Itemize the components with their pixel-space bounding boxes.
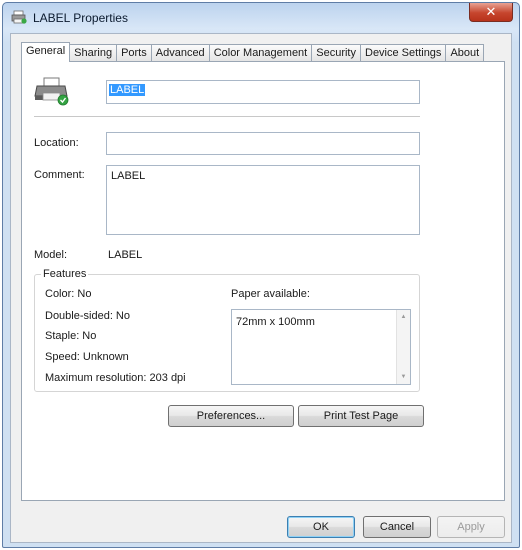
window-title: LABEL Properties xyxy=(33,11,128,25)
tab-general[interactable]: General xyxy=(21,42,71,62)
close-button[interactable]: ✕ xyxy=(469,3,513,22)
location-input[interactable] xyxy=(106,132,420,155)
feature-color: Color: No xyxy=(45,288,92,300)
tab-security[interactable]: Security xyxy=(312,44,361,62)
printer-name-value: LABEL xyxy=(109,84,146,96)
dialog-client: General Sharing Ports Advanced Color Man… xyxy=(10,33,512,543)
tab-sharing[interactable]: Sharing xyxy=(70,44,118,62)
feature-max-resolution: Maximum resolution: 203 dpi xyxy=(45,372,186,384)
feature-speed: Speed: Unknown xyxy=(45,351,129,363)
printer-title-icon xyxy=(11,10,27,24)
tab-strip: General Sharing Ports Advanced Color Man… xyxy=(21,42,485,62)
tab-ports[interactable]: Ports xyxy=(117,44,152,62)
scroll-down-icon[interactable]: ▼ xyxy=(397,374,410,380)
location-label: Location: xyxy=(34,137,79,149)
title-bar[interactable]: LABEL Properties ✕ xyxy=(3,3,519,33)
feature-double-sided: Double-sided: No xyxy=(45,310,130,322)
tab-device-settings[interactable]: Device Settings xyxy=(361,44,447,62)
features-legend: Features xyxy=(41,268,89,280)
paper-listbox[interactable]: 72mm x 100mm ▲ ▼ xyxy=(231,309,411,385)
preferences-button[interactable]: Preferences... xyxy=(168,405,294,427)
feature-staple: Staple: No xyxy=(45,330,97,342)
general-panel: LABEL Location: Comment: LABEL Model: LA… xyxy=(21,61,505,501)
comment-textarea[interactable]: LABEL xyxy=(106,165,420,235)
properties-window: LABEL Properties ✕ General Sharing Ports… xyxy=(2,2,520,548)
apply-button[interactable]: Apply xyxy=(437,516,505,538)
tab-advanced[interactable]: Advanced xyxy=(151,44,210,62)
printer-name-input[interactable]: LABEL xyxy=(106,80,420,104)
scroll-up-icon[interactable]: ▲ xyxy=(397,314,410,320)
paper-list-scrollbar[interactable]: ▲ ▼ xyxy=(396,310,410,384)
tab-color-management[interactable]: Color Management xyxy=(209,44,313,62)
comment-value: LABEL xyxy=(111,170,146,182)
list-item[interactable]: 72mm x 100mm xyxy=(236,316,315,328)
model-label: Model: xyxy=(34,249,68,261)
comment-label: Comment: xyxy=(34,169,85,181)
tab-about[interactable]: About xyxy=(446,44,485,62)
cancel-button[interactable]: Cancel xyxy=(363,516,431,538)
print-test-page-button[interactable]: Print Test Page xyxy=(298,405,424,427)
close-icon: ✕ xyxy=(485,4,497,19)
separator xyxy=(34,116,420,118)
ok-button[interactable]: OK xyxy=(287,516,355,538)
features-group: Features Color: No Double-sided: No Stap… xyxy=(34,268,420,392)
paper-available-label: Paper available: xyxy=(231,288,310,300)
printer-icon xyxy=(34,77,69,106)
model-value: LABEL xyxy=(108,249,143,261)
